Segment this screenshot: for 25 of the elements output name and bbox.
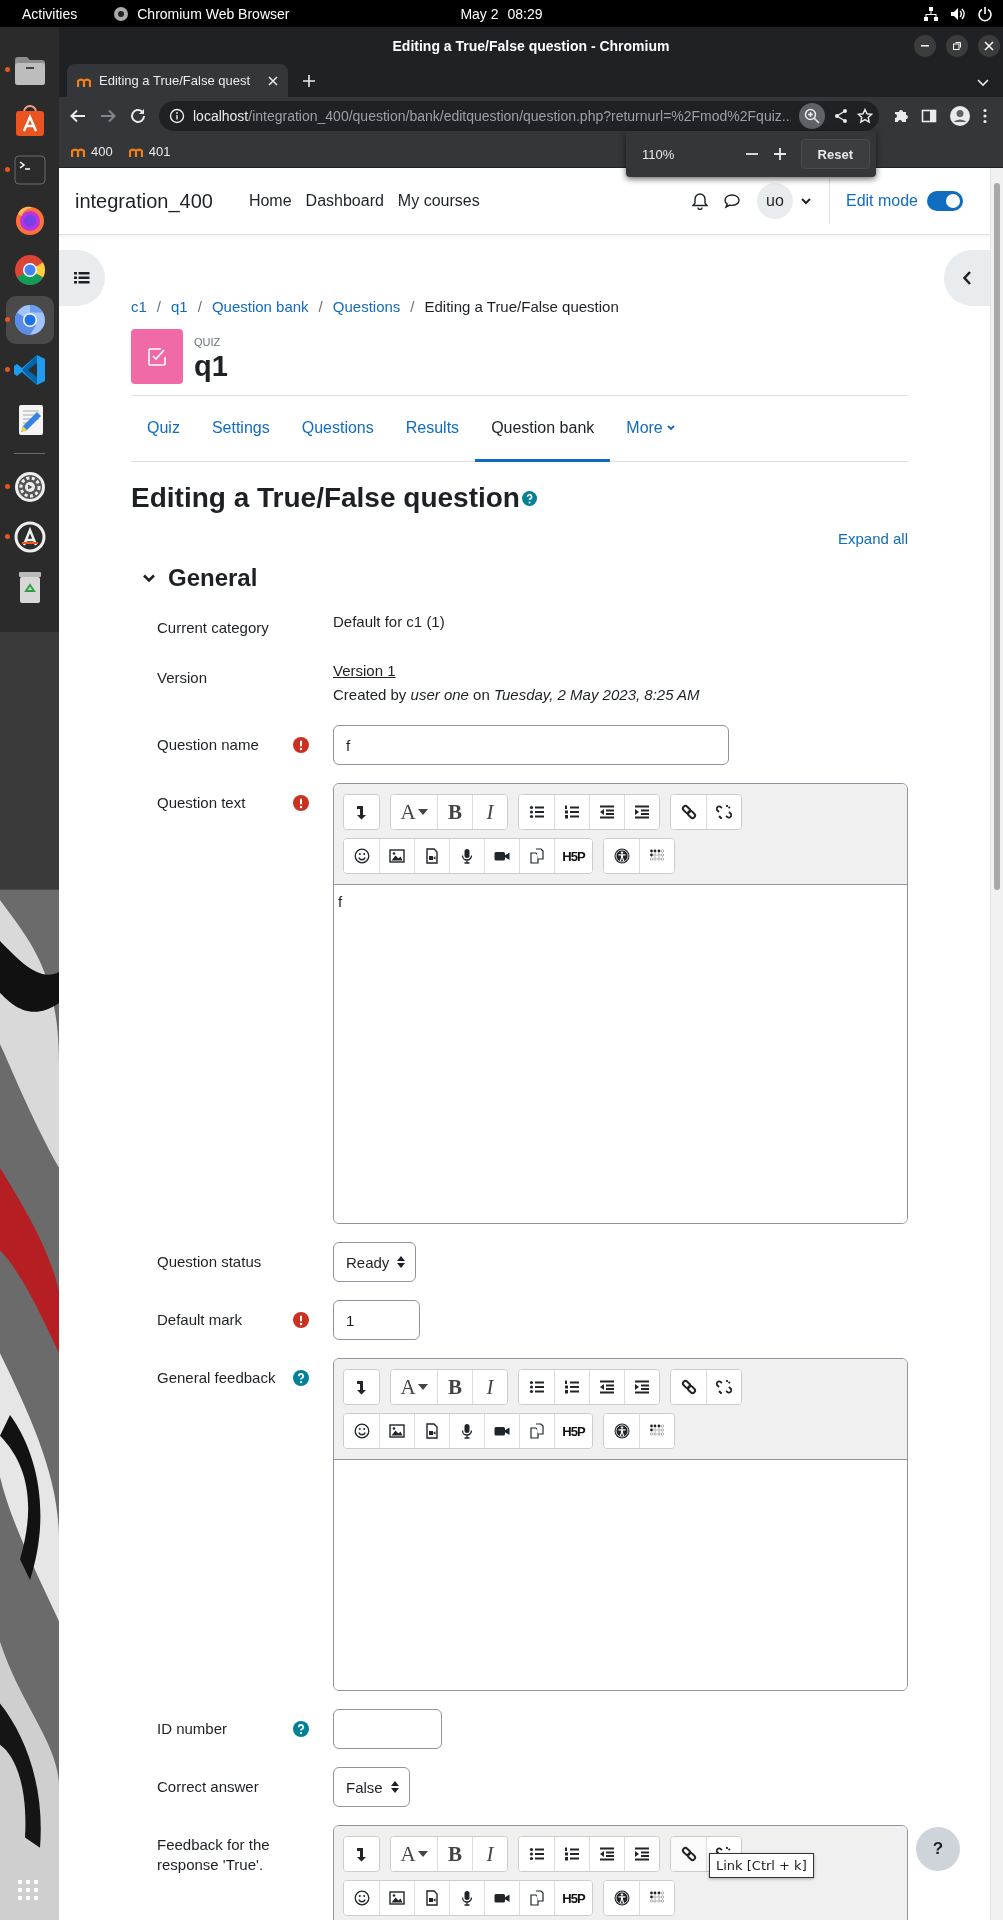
breadcrumb-separator: /	[318, 297, 323, 317]
activity-name: q1	[194, 349, 228, 383]
activity-type: QUIZ	[194, 335, 222, 349]
field-label: Version	[157, 669, 208, 686]
category-value: Default for c1 (1)	[333, 612, 446, 632]
page-heading: Editing a True/False question	[131, 481, 520, 515]
field-label: Question name	[157, 736, 259, 753]
tooltip: Link [Ctrl + k]	[709, 1853, 814, 1878]
field-label: Correct answer	[157, 1778, 259, 1795]
breadcrumb-separator: /	[410, 297, 415, 317]
field-label: Default mark	[157, 1311, 243, 1328]
breadcrumb-separator: /	[197, 297, 202, 317]
field-label: Feedback for the response 'True'.	[157, 1836, 270, 1873]
field-label: General feedback	[157, 1369, 276, 1386]
window-title: Editing a True/False question - Chromium	[392, 37, 670, 54]
zoom-level: 110%	[642, 146, 675, 162]
editor-text: f	[338, 893, 343, 910]
field-label: Question text	[157, 794, 246, 811]
field-label: Question status	[157, 1253, 262, 1270]
edit-mode-label: Edit mode	[845, 192, 918, 210]
breadcrumb-separator: /	[156, 297, 161, 317]
field-label: Current category	[157, 619, 269, 636]
breadcrumb-current: Editing a True/False question	[424, 297, 619, 317]
field-label: ID number	[157, 1720, 228, 1737]
created-by-text: Created by user one on Tuesday, 2 May 2023, 8:25 AM	[333, 685, 701, 705]
